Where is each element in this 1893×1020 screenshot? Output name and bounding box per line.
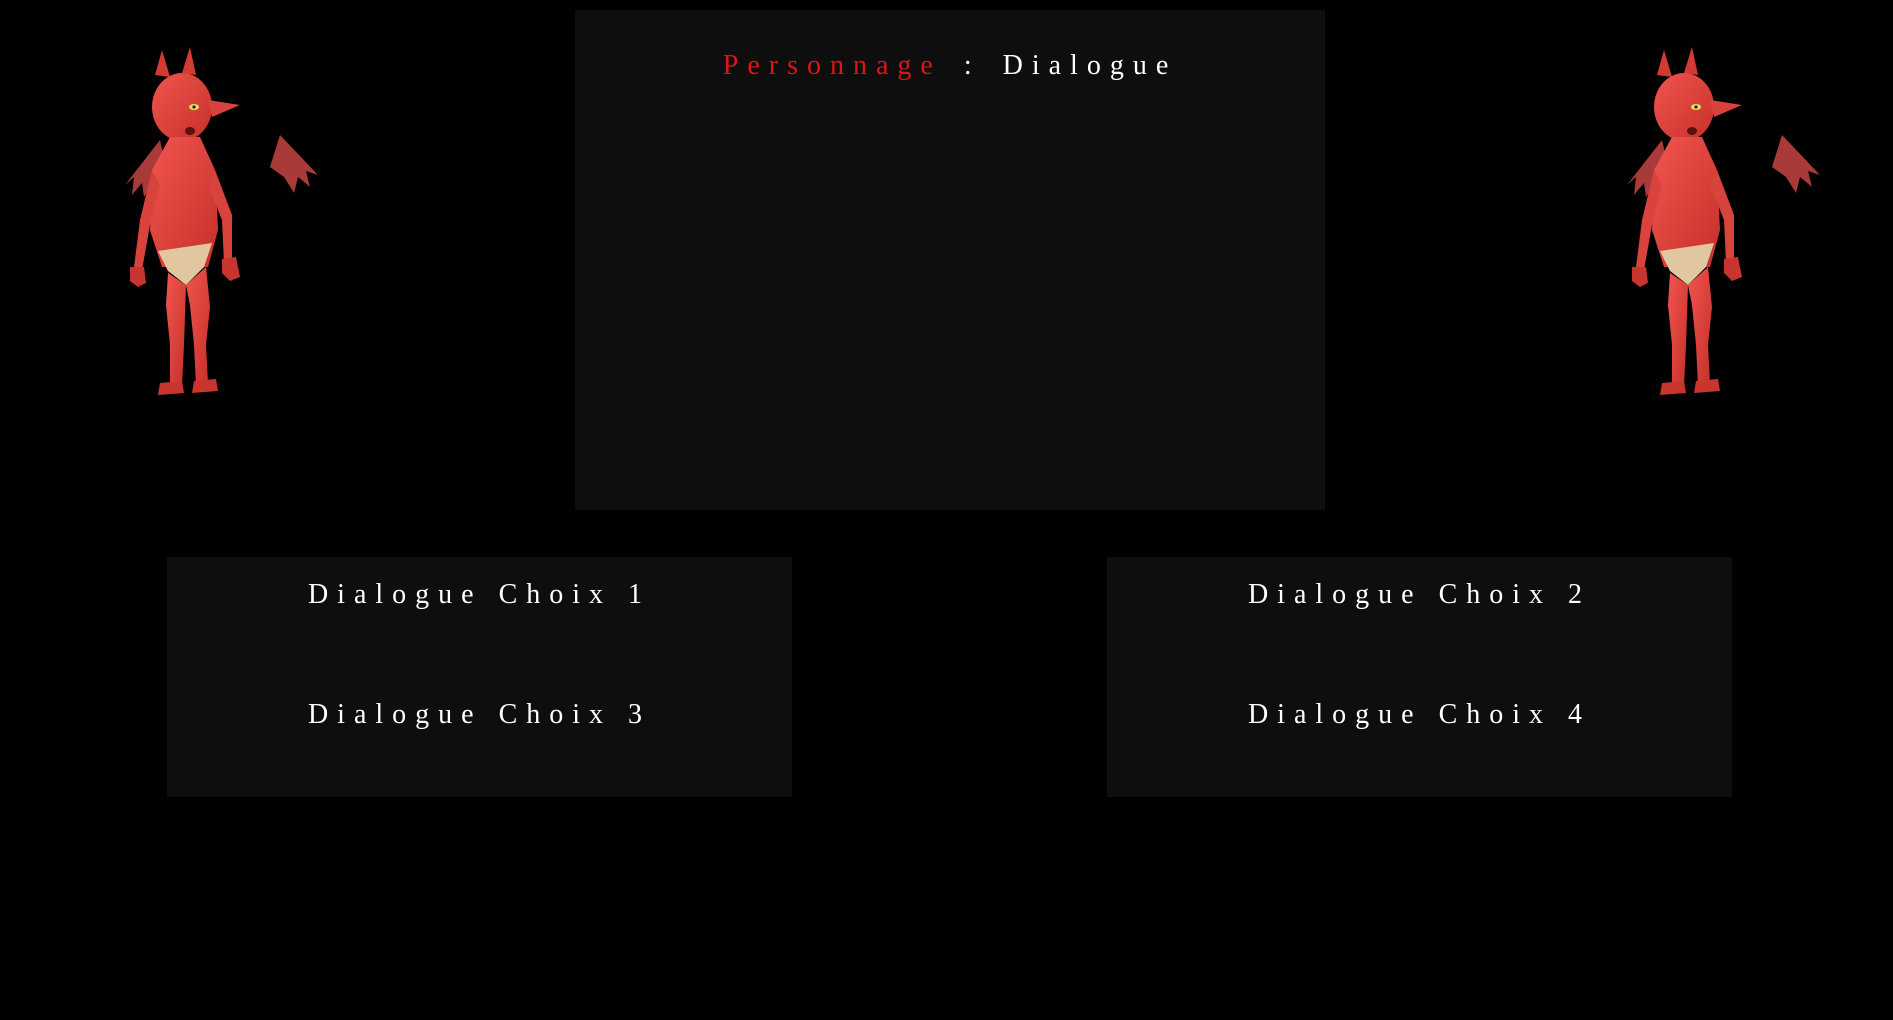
choice-1-button[interactable]: Dialogue Choix 1 (167, 579, 792, 611)
speaker-separator: : (963, 50, 981, 81)
choices-panel-right: Dialogue Choix 2 Dialogue Choix 4 (1107, 557, 1732, 797)
dialogue-text: Dialogue (1002, 50, 1178, 81)
devil-character-right-icon (1627, 47, 1820, 395)
game-screen: Personnage : Dialogue Dialogue Choix 1 D… (0, 0, 1893, 1020)
dialogue-box: Personnage : Dialogue (575, 10, 1325, 510)
speaker-name: Personnage (722, 50, 942, 81)
choices-panel-left: Dialogue Choix 1 Dialogue Choix 3 (167, 557, 792, 797)
choice-3-button[interactable]: Dialogue Choix 3 (167, 699, 792, 731)
dialogue-line: Personnage : Dialogue (575, 50, 1325, 82)
devil-character-left-icon (125, 47, 318, 395)
choice-4-button[interactable]: Dialogue Choix 4 (1107, 699, 1732, 731)
choice-2-button[interactable]: Dialogue Choix 2 (1107, 579, 1732, 611)
